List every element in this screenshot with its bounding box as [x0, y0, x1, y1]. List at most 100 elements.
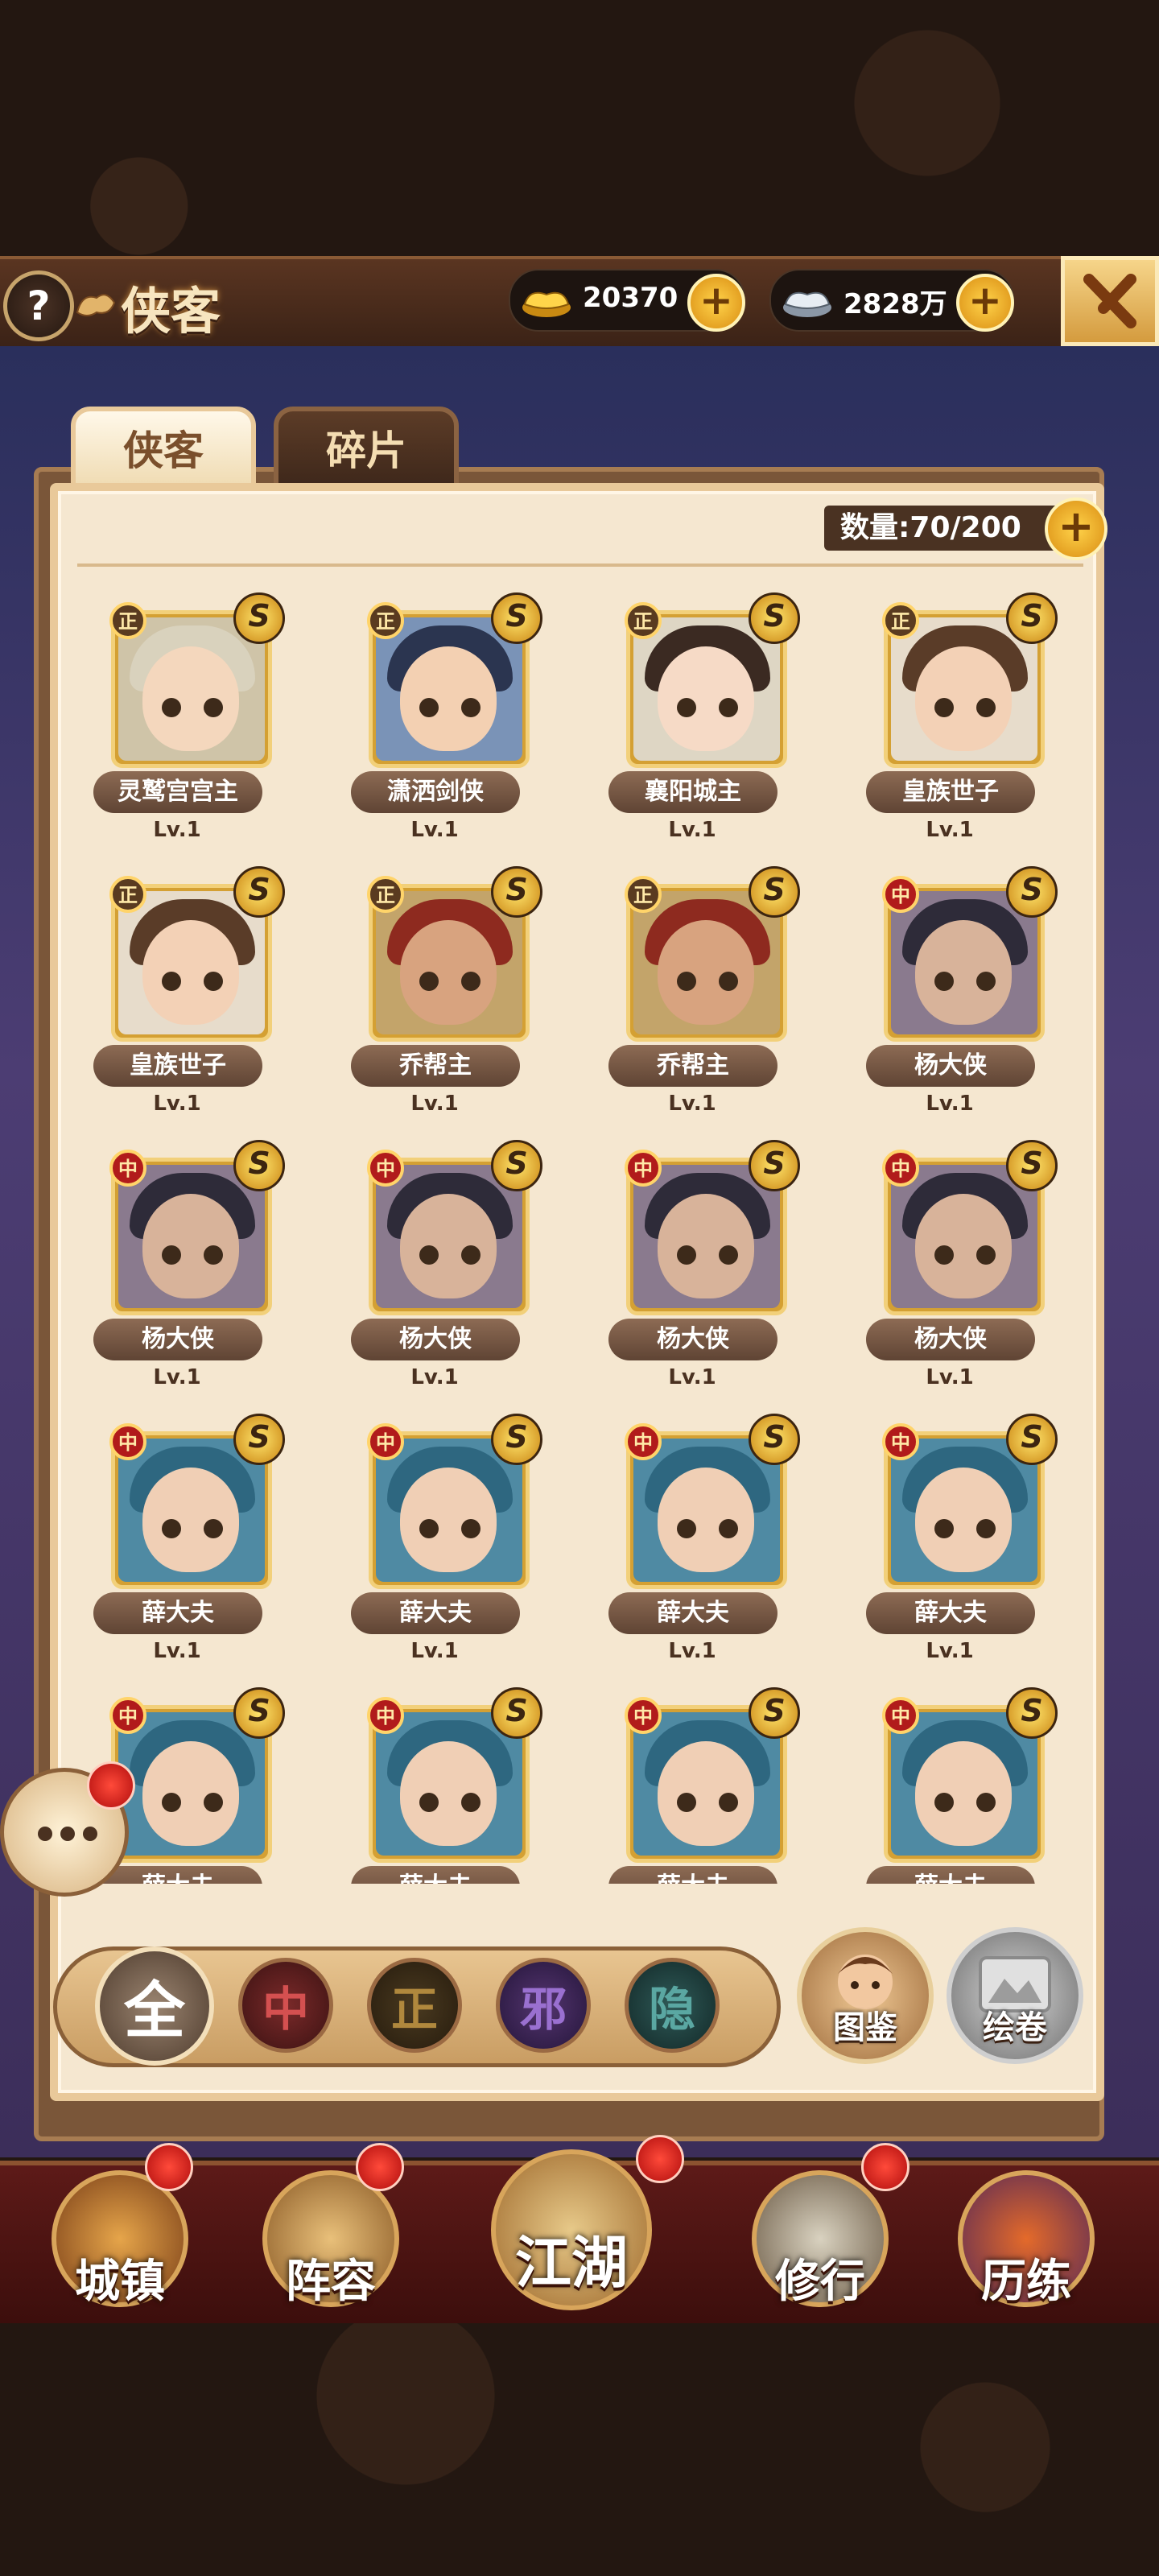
gold-ingot-icon [522, 291, 571, 317]
rank-badge: S [1006, 592, 1058, 644]
notification-badge [861, 2143, 909, 2191]
rank-badge: S [233, 1140, 285, 1191]
rank-badge: S [749, 592, 800, 644]
filter-righteous-button[interactable]: 正 [367, 1958, 462, 2053]
rank-badge: S [233, 866, 285, 918]
hero-card[interactable]: 正 S 皇族世子 Lv.1 [845, 592, 1058, 858]
page-title: 侠客 [121, 282, 221, 341]
hero-card[interactable]: 正 S 灵鹫宫宫主 Lv.1 [72, 592, 285, 858]
hero-name: 杨大侠 [608, 1319, 777, 1360]
filter-evil-button[interactable]: 邪 [496, 1958, 591, 2053]
hero-name: 襄阳城主 [608, 771, 777, 813]
hero-card[interactable]: 正 S 乔帮主 Lv.1 [588, 866, 800, 1132]
gold-currency: 20370 + [509, 269, 745, 332]
rank-badge: S [749, 1414, 800, 1465]
nav-label: 城镇 [75, 2255, 165, 2308]
divider [77, 564, 1083, 567]
notification-badge [636, 2135, 684, 2183]
hero-name: 薛大夫 [608, 1592, 777, 1634]
picture-scroll-label: 绘卷 [983, 2009, 1047, 2046]
hero-card[interactable]: 中S薛大夫Lv.1 [845, 1414, 1058, 1679]
cloud-ornament-icon [76, 294, 116, 316]
nav-label: 阵容 [286, 2255, 376, 2308]
nav-town[interactable]: 城镇 [43, 2143, 196, 2318]
add-gold-button[interactable]: + [687, 274, 745, 332]
faction-badge: 中 [625, 1697, 662, 1734]
rank-badge: S [233, 592, 285, 644]
hero-level: Lv.1 [153, 818, 201, 842]
rank-badge: S [491, 592, 542, 644]
nav-cultivation[interactable]: 修行 [744, 2143, 909, 2318]
hero-card[interactable]: 中 S 杨大侠 Lv.1 [588, 1140, 800, 1406]
faction-badge: 正 [367, 602, 404, 639]
faction-badge: 中 [109, 1150, 146, 1187]
hero-card[interactable]: 中S薛大夫Lv.1 [845, 1687, 1058, 1884]
nav-lineup[interactable]: 阵容 [254, 2143, 407, 2318]
close-icon [1083, 274, 1136, 328]
faction-badge: 中 [367, 1150, 404, 1187]
hero-card[interactable]: 正 S 襄阳城主 Lv.1 [588, 592, 800, 858]
add-silver-button[interactable]: + [956, 274, 1014, 332]
faction-badge: 正 [109, 602, 146, 639]
rank-badge: S [1006, 1140, 1058, 1191]
rank-badge: S [749, 1687, 800, 1739]
nav-label: 修行 [775, 2255, 865, 2308]
faction-badge: 正 [882, 602, 919, 639]
hero-card[interactable]: 中 S 杨大侠 Lv.1 [845, 1140, 1058, 1406]
hero-name: 乔帮主 [608, 1045, 777, 1087]
hero-name: 薛大夫 [351, 1866, 520, 1884]
rank-badge: S [749, 1140, 800, 1191]
chat-notification-badge [87, 1761, 135, 1810]
filter-hidden-button[interactable]: 隐 [625, 1958, 720, 2053]
hero-level: Lv.1 [410, 1092, 459, 1116]
rank-badge: S [1006, 1414, 1058, 1465]
hero-card[interactable]: 中S薛大夫Lv.1 [588, 1687, 800, 1884]
hero-card[interactable]: 正 S 乔帮主 Lv.1 [330, 866, 542, 1132]
hero-card[interactable]: 中 S 杨大侠 Lv.1 [72, 1140, 285, 1406]
picture-scroll-button[interactable]: 绘卷 [947, 1927, 1083, 2064]
gold-amount: 20370 [583, 282, 678, 314]
faction-badge: 中 [109, 1423, 146, 1460]
hero-card[interactable]: 中 S 杨大侠 Lv.1 [845, 866, 1058, 1132]
hero-name: 杨大侠 [866, 1319, 1035, 1360]
rank-badge: S [491, 1140, 542, 1191]
chat-dot-icon [38, 1827, 52, 1841]
hero-card[interactable]: 正 S 皇族世子 Lv.1 [72, 866, 285, 1132]
filter-all-button[interactable]: 全 [95, 1946, 214, 2066]
help-button[interactable]: ? [3, 270, 74, 341]
hero-card[interactable]: 中 S 杨大侠 Lv.1 [330, 1140, 542, 1406]
faction-badge: 中 [625, 1150, 662, 1187]
faction-badge: 正 [109, 876, 146, 913]
notification-badge [145, 2143, 193, 2191]
hero-card[interactable]: 中S薛大夫Lv.1 [330, 1414, 542, 1679]
faction-badge: 正 [625, 876, 662, 913]
filter-neutral-button[interactable]: 中 [238, 1958, 333, 2053]
hero-level: Lv.1 [668, 818, 716, 842]
hero-name: 薛大夫 [93, 1866, 262, 1884]
silver-ingot-icon [783, 291, 831, 317]
hero-name: 皇族世子 [93, 1045, 262, 1087]
hero-card[interactable]: 正 S 潇洒剑侠 Lv.1 [330, 592, 542, 858]
tab-fragments[interactable]: 碎片 [274, 407, 459, 489]
hero-count: 数量:70/200 [824, 506, 1066, 551]
atlas-button[interactable]: 图鉴 [797, 1927, 934, 2064]
tab-heroes[interactable]: 侠客 [71, 407, 256, 489]
faction-badge: 正 [367, 876, 404, 913]
hero-card[interactable]: 中S薛大夫Lv.1 [72, 1414, 285, 1679]
expand-capacity-button[interactable]: + [1045, 497, 1107, 560]
rank-badge: S [1006, 866, 1058, 918]
close-button[interactable] [1061, 256, 1159, 346]
hero-card[interactable]: 中S薛大夫Lv.1 [588, 1414, 800, 1679]
hero-card[interactable]: 中S薛大夫Lv.1 [330, 1687, 542, 1884]
hero-level: Lv.1 [410, 818, 459, 842]
hero-level: Lv.1 [926, 818, 974, 842]
rank-badge: S [233, 1687, 285, 1739]
hero-name: 杨大侠 [351, 1319, 520, 1360]
chat-dot-icon [83, 1827, 97, 1841]
silver-amount: 2828万 [843, 288, 947, 320]
nav-label: 江湖 [515, 2229, 628, 2296]
hero-level: Lv.1 [926, 1092, 974, 1116]
nav-jianghu[interactable]: 江湖 [467, 2125, 684, 2318]
faction-badge: 中 [625, 1423, 662, 1460]
nav-trials[interactable]: 历练 [950, 2161, 1103, 2318]
